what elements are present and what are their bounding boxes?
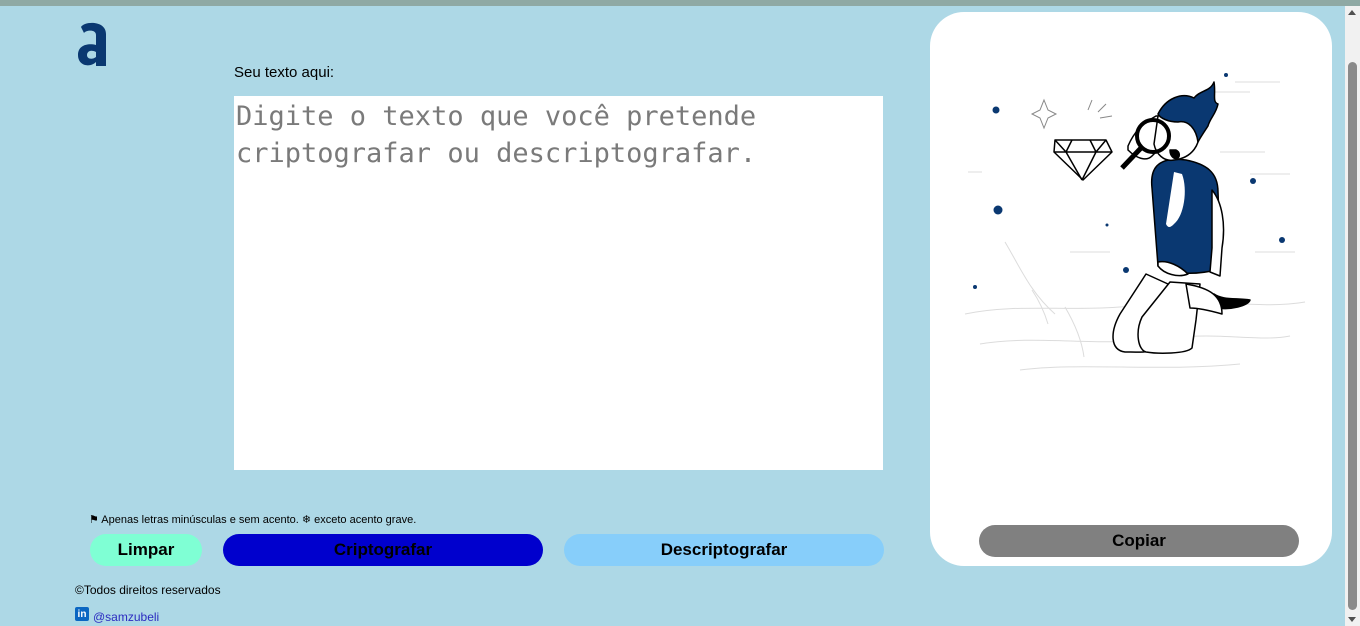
output-panel: [930, 12, 1332, 566]
clear-button[interactable]: Limpar: [90, 534, 202, 566]
copy-button[interactable]: Copiar: [979, 525, 1299, 557]
text-input-label: Seu texto aqui:: [234, 64, 335, 81]
text-input-area[interactable]: [234, 96, 883, 470]
linkedin-handle-link[interactable]: @samzubeli: [93, 610, 159, 624]
alura-logo-icon: [78, 22, 106, 66]
person-magnifier-diamond-illustration: [964, 73, 1306, 371]
scrollbar-thumb[interactable]: [1348, 62, 1357, 610]
scroll-up-arrow-icon[interactable]: [1348, 10, 1356, 15]
decrypt-button[interactable]: Descriptografar: [564, 534, 884, 566]
encrypt-button[interactable]: Criptografar: [223, 534, 543, 566]
page-scrollbar[interactable]: [1345, 6, 1360, 626]
window-top-bar: [0, 0, 1360, 6]
linkedin-link-group[interactable]: in @samzubeli: [75, 604, 159, 624]
linkedin-icon[interactable]: in: [75, 607, 89, 621]
copyright-text: ©Todos direitos reservados: [75, 583, 221, 597]
warning-note: ⚑ Apenas letras minúsculas e sem acento.…: [89, 514, 417, 526]
scroll-down-arrow-icon[interactable]: [1348, 617, 1356, 622]
